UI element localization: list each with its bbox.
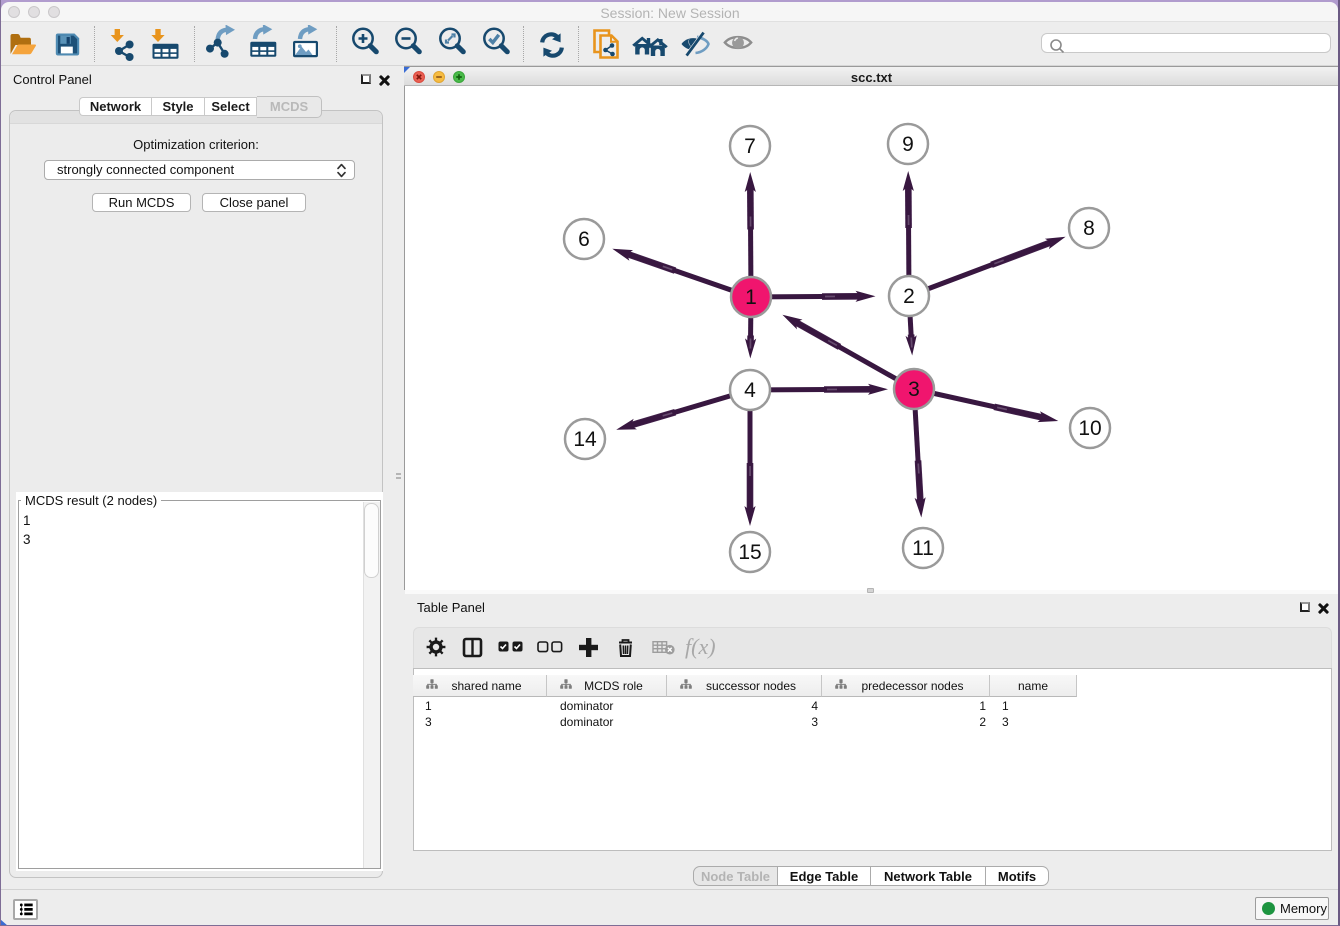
svg-text:14: 14: [573, 428, 597, 451]
svg-text:9: 9: [902, 133, 914, 156]
svg-text:3: 3: [908, 378, 920, 401]
svg-text:8: 8: [1083, 217, 1095, 240]
svg-text:15: 15: [738, 541, 761, 564]
svg-text:7: 7: [744, 135, 756, 158]
svg-text:4: 4: [744, 379, 756, 402]
svg-text:11: 11: [912, 537, 934, 560]
svg-text:2: 2: [903, 285, 915, 308]
svg-text:1: 1: [745, 286, 757, 309]
svg-text:10: 10: [1078, 417, 1101, 440]
svg-text:6: 6: [578, 228, 590, 251]
